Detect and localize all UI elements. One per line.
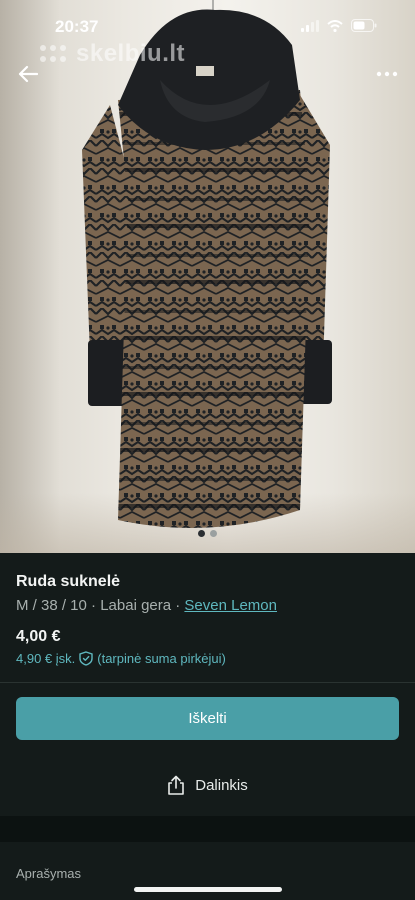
gallery-dot[interactable] bbox=[210, 530, 217, 537]
product-photo[interactable] bbox=[0, 0, 415, 553]
listing-meta: M / 38 / 10 · Labai gera · Seven Lemon bbox=[16, 597, 399, 614]
watermark-text: skelbiu.lt bbox=[76, 40, 186, 67]
share-icon bbox=[168, 775, 185, 795]
gallery-dot-active[interactable] bbox=[198, 530, 205, 537]
status-bar: 20:37 bbox=[0, 0, 415, 44]
protection-note: (tarpinė suma pirkėjui) bbox=[97, 651, 226, 666]
more-options-button[interactable] bbox=[369, 56, 405, 92]
battery-icon bbox=[351, 19, 377, 32]
signal-icon bbox=[301, 19, 319, 32]
home-indicator[interactable] bbox=[134, 887, 282, 892]
back-button[interactable] bbox=[10, 56, 46, 92]
price-incl-protection[interactable]: 4,90 € įsk. (tarpinė suma pirkėjui) bbox=[16, 651, 399, 666]
section-separator bbox=[0, 816, 415, 842]
bump-button[interactable]: Iškelti bbox=[16, 697, 399, 740]
wifi-icon bbox=[327, 19, 343, 32]
listing-title: Ruda suknelė bbox=[16, 573, 121, 590]
shield-check-icon bbox=[79, 651, 93, 666]
divider bbox=[0, 682, 415, 683]
listing-info: Ruda suknelė M / 38 / 10 · Labai gera · … bbox=[0, 553, 415, 683]
dress-image bbox=[82, 0, 332, 528]
brand-link[interactable]: Seven Lemon bbox=[184, 597, 277, 614]
listing-price: 4,00 € bbox=[16, 628, 61, 645]
listing-size-condition: M / 38 / 10 · Labai gera · bbox=[16, 597, 185, 614]
status-time: 20:37 bbox=[55, 17, 99, 36]
more-horizontal-icon bbox=[376, 71, 398, 77]
description-title: Aprašymas bbox=[16, 866, 82, 881]
share-button[interactable]: Dalinkis bbox=[0, 770, 415, 800]
gallery-pager bbox=[0, 530, 415, 537]
status-icons bbox=[301, 19, 377, 32]
arrow-left-icon bbox=[18, 65, 38, 83]
share-label: Dalinkis bbox=[195, 776, 248, 794]
watermark: skelbiu.lt bbox=[38, 40, 185, 68]
price-incl-value: 4,90 € įsk. bbox=[16, 651, 76, 666]
